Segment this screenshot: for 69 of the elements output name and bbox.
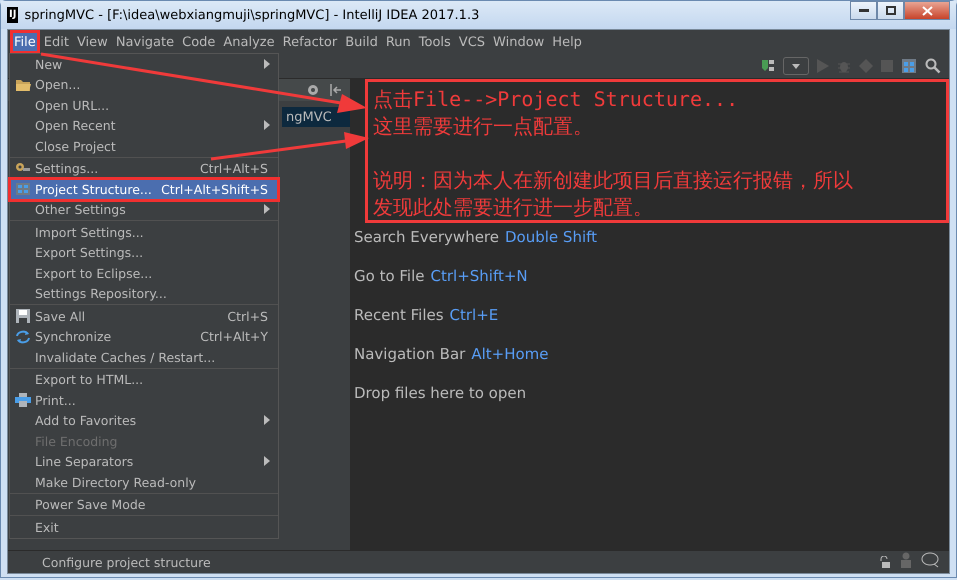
menu-item[interactable]: Navigate	[112, 30, 178, 54]
menu-item[interactable]: Window	[489, 30, 548, 54]
shortcut-hint: Alt+Home	[471, 344, 549, 362]
grid-icon	[14, 182, 30, 196]
shortcut-hint: Double Shift	[505, 228, 598, 246]
collapse-icon[interactable]	[330, 84, 342, 96]
lock-icon[interactable]	[879, 556, 891, 568]
hint-label: Go to File	[354, 266, 424, 284]
close-button[interactable]	[904, 1, 950, 20]
maximize-button[interactable]	[877, 1, 904, 20]
search-icon[interactable]	[925, 58, 941, 74]
grid-icon[interactable]	[901, 58, 917, 74]
app-logo: IJ	[7, 7, 18, 23]
project-tree-row[interactable]: ngMVC	[282, 107, 350, 127]
shortcut-hint: Ctrl+E	[450, 306, 498, 324]
menu-item[interactable]: Power Save Mode	[10, 494, 278, 515]
minimize-button[interactable]	[850, 1, 877, 20]
menu-item[interactable]: Save All Ctrl+S	[10, 306, 278, 326]
maximize-icon	[886, 6, 896, 15]
printer-icon	[14, 393, 30, 408]
hint-label: Recent Files	[354, 306, 444, 324]
shortcut-hint: Ctrl+Shift+N	[430, 266, 528, 284]
sync-icon	[14, 330, 30, 344]
menu-item[interactable]: Code	[178, 30, 220, 54]
menu-item[interactable]: Close Project	[10, 136, 278, 156]
menu-item[interactable]: Open Recent	[10, 116, 278, 136]
menu-item[interactable]: Exit	[10, 517, 278, 538]
menu-item[interactable]: Invalidate Caches / Restart...	[10, 347, 278, 368]
menu-item[interactable]: Help	[548, 30, 586, 54]
menu-item[interactable]: Print...	[10, 390, 278, 410]
menu-item[interactable]: Build	[341, 30, 382, 54]
hint-label: Search Everywhere	[354, 228, 499, 246]
menu-item[interactable]: Edit	[40, 30, 73, 54]
chat-bubble-icon[interactable]	[921, 552, 939, 568]
menu-item[interactable]: Open URL...	[10, 95, 278, 116]
caret-icon	[792, 64, 800, 68]
menu-item[interactable]: Export to HTML...	[10, 370, 278, 390]
hint-label: Drop files here to open	[354, 384, 526, 402]
annotation-text: 发现此处需要进行进一步配置。	[373, 194, 654, 221]
menu-item[interactable]: Project Structure... Ctrl+Alt+Shift+S	[10, 179, 278, 200]
menu-item[interactable]: View	[72, 30, 112, 54]
menu-item[interactable]: Tools	[414, 30, 455, 54]
menu-item[interactable]: Open...	[10, 74, 278, 95]
menu-item[interactable]: Refactor	[278, 30, 342, 54]
menu-item[interactable]: Add to Favorites	[10, 410, 278, 431]
window-title: springMVC - [F:\idea\webxiangmuji\springMVC] - IntelliJ IDEA 2017.1.3	[24, 8, 480, 22]
menu-item[interactable]: Export to Eclipse...	[10, 263, 278, 284]
close-icon	[922, 6, 932, 16]
annotation-text: 这里需要进行一点配置。	[373, 113, 594, 140]
annotation-text: 点击File-->Project Structure...	[373, 86, 740, 113]
menu-item[interactable]: Analyze	[219, 30, 279, 54]
menu-item[interactable]: Settings... Ctrl+Alt+S	[10, 158, 278, 179]
folder-icon	[14, 78, 30, 92]
menu-item[interactable]: Other Settings	[10, 200, 278, 220]
hint-label: Navigation Bar	[354, 344, 466, 362]
run-config-dropdown[interactable]	[783, 57, 809, 75]
menu-item[interactable]: Make Directory Read-only	[10, 472, 278, 492]
menu-item[interactable]: VCS	[454, 30, 490, 54]
minimize-icon	[858, 8, 868, 12]
menu-item[interactable]: Line Separators	[10, 452, 278, 472]
menu-item[interactable]: Import Settings...	[10, 222, 278, 242]
status-text: Configure project structure	[42, 554, 212, 570]
menu-item[interactable]: Synchronize Ctrl+Alt+Y	[10, 326, 278, 347]
menu-item[interactable]: Run	[382, 30, 415, 54]
binary-icon[interactable]	[761, 59, 775, 73]
annotation-text: 说明：因为本人在新创建此项目后直接运行报错，所以	[373, 167, 854, 194]
menu-item[interactable]: Export Settings...	[10, 242, 278, 263]
menu-item[interactable]: File	[10, 30, 40, 54]
menu-item[interactable]: Settings Repository...	[10, 284, 278, 304]
